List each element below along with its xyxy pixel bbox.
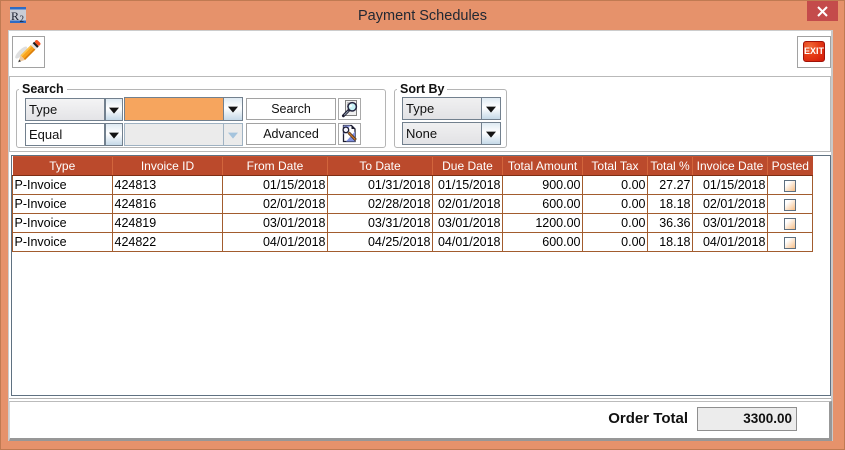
svg-text:R: R <box>11 9 19 23</box>
svg-text:2: 2 <box>20 14 25 23</box>
